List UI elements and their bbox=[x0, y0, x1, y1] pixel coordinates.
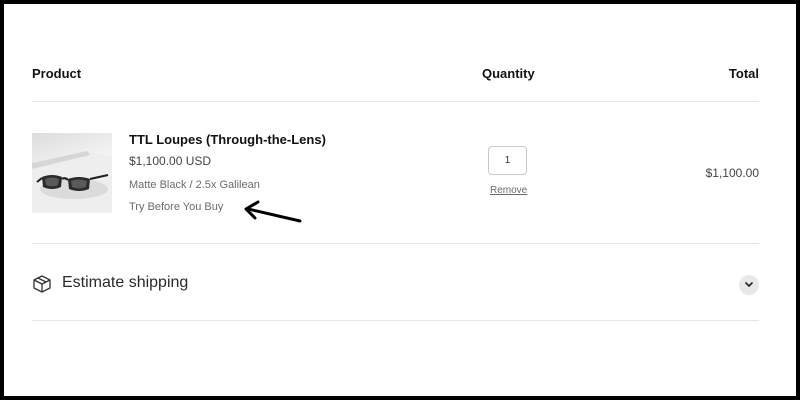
cart-table-header: Product Quantity Total bbox=[32, 66, 759, 84]
estimate-shipping-label: Estimate shipping bbox=[62, 274, 189, 291]
box-icon bbox=[33, 275, 51, 293]
estimate-shipping-toggle[interactable]: Estimate shipping bbox=[32, 270, 759, 296]
product-variant: Matte Black / 2.5x Galilean bbox=[129, 179, 260, 191]
header-total: Total bbox=[728, 66, 759, 81]
arrow-pointer-icon bbox=[244, 200, 302, 223]
item-divider bbox=[32, 243, 759, 244]
remove-link[interactable]: Remove bbox=[490, 185, 527, 196]
product-price: $1,100.00 USD bbox=[129, 154, 212, 168]
quantity-input[interactable] bbox=[488, 146, 527, 175]
header-divider bbox=[32, 101, 759, 102]
cart-frame: Product Quantity Total TTL Loupes (Throu… bbox=[0, 0, 800, 400]
header-product: Product bbox=[32, 66, 82, 81]
chevron-down-button[interactable] bbox=[739, 275, 759, 295]
glasses-icon bbox=[32, 151, 112, 213]
header-quantity: Quantity bbox=[482, 66, 535, 81]
product-title[interactable]: TTL Loupes (Through-the-Lens) bbox=[129, 132, 326, 147]
line-total: $1,100.00 bbox=[705, 166, 759, 180]
chevron-down-icon bbox=[745, 282, 753, 287]
product-image[interactable] bbox=[32, 133, 112, 213]
shipping-divider bbox=[32, 320, 759, 321]
product-option: Try Before You Buy bbox=[129, 201, 224, 213]
